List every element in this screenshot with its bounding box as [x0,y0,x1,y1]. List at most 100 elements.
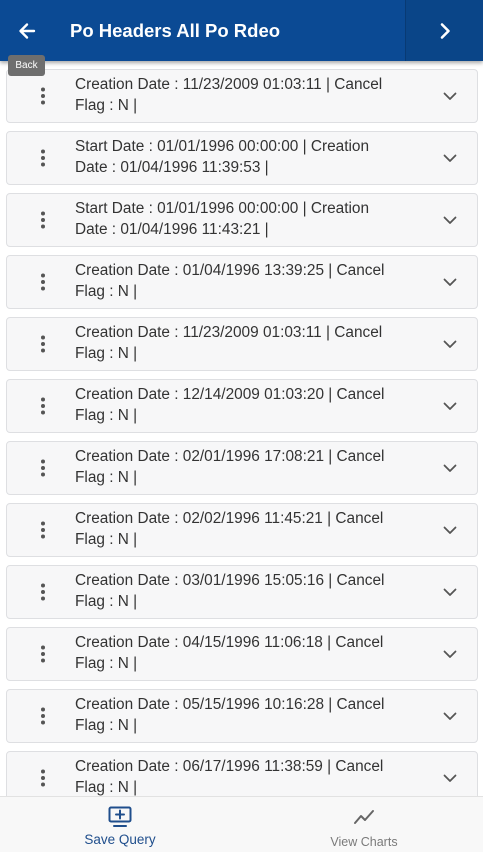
back-button[interactable] [0,0,54,61]
chevron-down-icon [443,712,457,720]
record-summary: Creation Date : 11/23/2009 01:03:11 | Ca… [75,74,415,116]
add-to-screen-icon [108,806,132,827]
list-item[interactable]: Creation Date : 01/04/1996 13:39:25 | Ca… [6,255,478,309]
row-menu-button[interactable] [31,318,55,370]
kebab-menu-icon [41,707,45,725]
kebab-menu-icon [41,335,45,353]
chevron-down-icon [443,650,457,658]
row-menu-button[interactable] [31,380,55,432]
chevron-down-icon [443,278,457,286]
expand-button[interactable] [435,690,465,742]
row-menu-button[interactable] [31,132,55,184]
list-item[interactable]: Creation Date : 05/15/1996 10:16:28 | Ca… [6,689,478,743]
expand-button[interactable] [435,504,465,556]
chevron-down-icon [443,464,457,472]
record-line-1: Creation Date : 02/02/1996 11:45:21 | Ca… [75,510,384,527]
list-item[interactable]: Start Date : 01/01/1996 00:00:00 | Creat… [6,193,478,247]
chevron-down-icon [443,92,457,100]
view-charts-label: View Charts [330,835,398,849]
record-line-1: Creation Date : 02/01/1996 17:08:21 | Ca… [75,448,385,465]
record-summary: Start Date : 01/01/1996 00:00:00 | Creat… [75,198,415,240]
view-charts-button[interactable]: View Charts [314,797,414,852]
record-line-2: Flag : N | [75,469,138,486]
chevron-down-icon [443,526,457,534]
row-menu-button[interactable] [31,690,55,742]
list-item[interactable]: Creation Date : 11/23/2009 01:03:11 | Ca… [6,317,478,371]
expand-button[interactable] [435,566,465,618]
record-summary: Creation Date : 02/01/1996 17:08:21 | Ca… [75,446,415,488]
row-menu-button[interactable] [31,442,55,494]
expand-button[interactable] [435,132,465,184]
save-query-label: Save Query [84,832,156,847]
kebab-menu-icon [41,459,45,477]
record-line-2: Date : 01/04/1996 11:39:53 | [75,159,269,176]
list-item[interactable]: Start Date : 01/01/1996 00:00:00 | Creat… [6,131,478,185]
kebab-menu-icon [41,149,45,167]
record-summary: Creation Date : 04/15/1996 11:06:18 | Ca… [75,632,415,674]
next-button[interactable] [405,0,483,61]
chevron-down-icon [443,216,457,224]
record-line-2: Flag : N | [75,717,138,734]
list-item[interactable]: Creation Date : 02/01/1996 17:08:21 | Ca… [6,441,478,495]
record-line-2: Flag : N | [75,97,138,114]
kebab-menu-icon [41,87,45,105]
record-line-1: Creation Date : 03/01/1996 15:05:16 | Ca… [75,572,385,589]
expand-button[interactable] [435,70,465,122]
record-list: Creation Date : 11/23/2009 01:03:11 | Ca… [0,61,483,796]
bottom-toolbar: Save Query View Charts [0,796,483,852]
record-line-1: Creation Date : 11/23/2009 01:03:11 | Ca… [75,76,383,93]
row-menu-button[interactable] [31,194,55,246]
record-line-1: Creation Date : 12/14/2009 01:03:20 | Ca… [75,386,385,403]
arrow-left-icon [19,22,36,39]
record-line-1: Creation Date : 11/23/2009 01:03:11 | Ca… [75,324,383,341]
chevron-down-icon [443,774,457,782]
record-summary: Creation Date : 05/15/1996 10:16:28 | Ca… [75,694,415,736]
expand-button[interactable] [435,442,465,494]
expand-button[interactable] [435,628,465,680]
record-summary: Start Date : 01/01/1996 00:00:00 | Creat… [75,136,415,178]
row-menu-button[interactable] [31,504,55,556]
list-item[interactable]: Creation Date : 11/23/2009 01:03:11 | Ca… [6,69,478,123]
record-summary: Creation Date : 06/17/1996 11:38:59 | Ca… [75,756,415,796]
record-summary: Creation Date : 03/01/1996 15:05:16 | Ca… [75,570,415,612]
chevron-right-icon [440,22,450,39]
row-menu-button[interactable] [31,566,55,618]
kebab-menu-icon [41,397,45,415]
row-menu-button[interactable] [31,628,55,680]
row-menu-button[interactable] [31,256,55,308]
chevron-down-icon [443,154,457,162]
record-line-1: Start Date : 01/01/1996 00:00:00 | Creat… [75,138,370,155]
expand-button[interactable] [435,194,465,246]
record-line-2: Flag : N | [75,593,138,610]
kebab-menu-icon [41,645,45,663]
expand-button[interactable] [435,380,465,432]
list-item[interactable]: Creation Date : 12/14/2009 01:03:20 | Ca… [6,379,478,433]
record-line-2: Date : 01/04/1996 11:43:21 | [75,221,269,238]
record-line-2: Flag : N | [75,531,138,548]
record-line-1: Creation Date : 04/15/1996 11:06:18 | Ca… [75,634,384,651]
list-item[interactable]: Creation Date : 06/17/1996 11:38:59 | Ca… [6,751,478,796]
record-summary: Creation Date : 01/04/1996 13:39:25 | Ca… [75,260,415,302]
record-line-2: Flag : N | [75,283,138,300]
record-line-1: Creation Date : 06/17/1996 11:38:59 | Ca… [75,758,384,775]
line-chart-icon [354,810,374,824]
app-header: Po Headers All Po Rdeo [0,0,483,61]
expand-button[interactable] [435,256,465,308]
record-line-2: Flag : N | [75,655,138,672]
record-line-1: Start Date : 01/01/1996 00:00:00 | Creat… [75,200,370,217]
save-query-button[interactable]: Save Query [70,797,170,852]
expand-button[interactable] [435,752,465,796]
row-menu-button[interactable] [31,752,55,796]
kebab-menu-icon [41,769,45,787]
list-item[interactable]: Creation Date : 03/01/1996 15:05:16 | Ca… [6,565,478,619]
chevron-down-icon [443,402,457,410]
list-item[interactable]: Creation Date : 02/02/1996 11:45:21 | Ca… [6,503,478,557]
expand-button[interactable] [435,318,465,370]
record-summary: Creation Date : 12/14/2009 01:03:20 | Ca… [75,384,415,426]
page-title: Po Headers All Po Rdeo [70,20,281,41]
record-line-2: Flag : N | [75,345,138,362]
list-item[interactable]: Creation Date : 04/15/1996 11:06:18 | Ca… [6,627,478,681]
row-menu-button[interactable] [31,70,55,122]
chevron-down-icon [443,340,457,348]
kebab-menu-icon [41,521,45,539]
